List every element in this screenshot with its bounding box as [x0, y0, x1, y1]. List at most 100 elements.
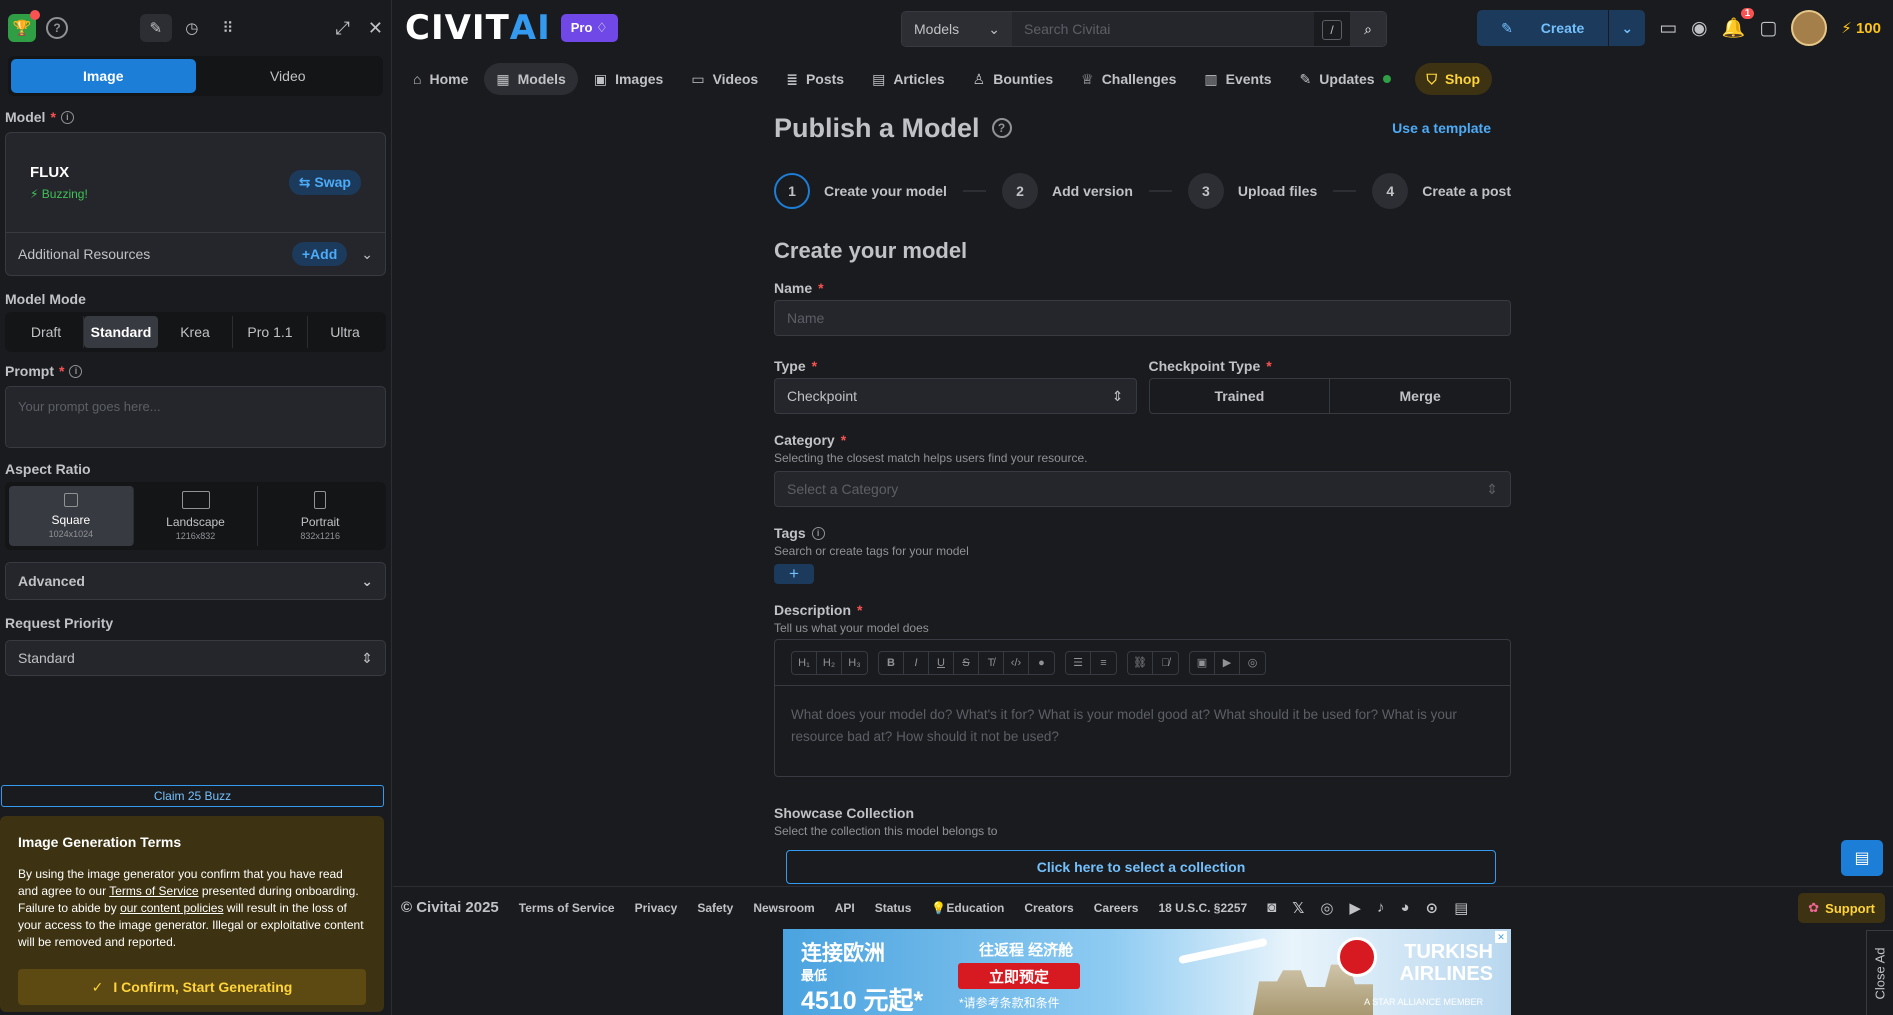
mode-krea[interactable]: Krea — [158, 316, 233, 348]
aspect-landscape[interactable]: Landscape 1216x832 — [134, 486, 259, 546]
mode-standard[interactable]: Standard — [84, 316, 158, 348]
footer-link-status[interactable]: Status — [875, 901, 912, 915]
chat-icon[interactable]: ▢ — [1759, 17, 1777, 40]
reddit-icon[interactable]: ◕ — [1400, 899, 1409, 917]
nav-models[interactable]: ▦ Models — [484, 63, 578, 95]
link-icon[interactable]: ⛓ — [1128, 651, 1153, 674]
heading3-icon[interactable]: H₃ — [842, 652, 867, 674]
instagram-icon[interactable]: ◎ — [1320, 899, 1333, 917]
civitai-logo[interactable]: CIVITAI — [405, 8, 551, 48]
tab-video[interactable]: Video — [196, 59, 381, 93]
close-ad-button[interactable]: Close Ad — [1866, 930, 1893, 1015]
claim-buzz-button[interactable]: Claim 25 Buzz — [1, 785, 384, 807]
nav-challenges[interactable]: ♕ Challenges — [1069, 63, 1188, 95]
step-upload-files[interactable]: 3 Upload files — [1187, 173, 1317, 209]
history-icon[interactable]: ◷ — [176, 14, 208, 42]
footer-link-terms[interactable]: Terms of Service — [519, 901, 615, 915]
pro-badge-button[interactable]: Pro ♢ — [560, 14, 618, 42]
prompt-input[interactable]: Your prompt goes here... — [5, 386, 386, 448]
info-icon[interactable]: i — [60, 110, 74, 124]
mode-draft[interactable]: Draft — [9, 316, 84, 348]
github-icon[interactable]: ⊙ — [1426, 899, 1439, 917]
instagram-icon[interactable]: ◎ — [1240, 652, 1265, 674]
strikethrough-icon[interactable]: S — [954, 651, 979, 674]
ad-info-icon[interactable]: ✕ — [1495, 931, 1507, 943]
bold-icon[interactable]: B — [879, 651, 904, 674]
add-resource-button[interactable]: +Add — [291, 242, 348, 266]
nav-home[interactable]: ⌂ Home — [401, 63, 480, 95]
footer-link-2257[interactable]: 18 U.S.C. §2257 — [1158, 901, 1247, 915]
ad-cta-button[interactable]: 立即预定 — [958, 963, 1080, 989]
aspect-portrait[interactable]: Portrait 832x1216 — [258, 486, 382, 546]
step-create-model[interactable]: 1 Create your model — [774, 173, 947, 209]
discord-icon[interactable]: ◙ — [1267, 899, 1276, 917]
ordered-list-icon[interactable]: ≡ — [1091, 652, 1116, 674]
nav-posts[interactable]: ≣ Posts — [774, 63, 856, 95]
advertisement-banner[interactable]: 连接欧洲 最低 4510 元起* 往返程 经济舱 立即预定 *请参考条款和条件 … — [783, 929, 1511, 1015]
eye-icon[interactable]: ◉ — [1691, 17, 1708, 40]
footer-link-privacy[interactable]: Privacy — [635, 901, 678, 915]
close-icon[interactable]: ✕ — [368, 18, 383, 39]
request-priority-select[interactable]: Standard ⇕ — [5, 640, 386, 676]
trophy-icon[interactable]: 🏆 — [8, 10, 40, 42]
footer-link-newsroom[interactable]: Newsroom — [753, 901, 814, 915]
step-create-post[interactable]: 4 Create a post — [1372, 173, 1511, 209]
expand-icon[interactable]: ⤢ — [336, 18, 350, 39]
heading2-icon[interactable]: H₂ — [817, 651, 842, 674]
nav-articles[interactable]: ▤ Articles — [860, 63, 957, 95]
content-policies-link[interactable]: our content policies — [120, 901, 223, 915]
support-button[interactable]: ✿ Support — [1798, 893, 1885, 923]
search-input[interactable]: Search Civitai — [1012, 12, 1314, 46]
footer-link-creators[interactable]: Creators — [1024, 901, 1073, 915]
description-editor-input[interactable]: What does your model do? What's it for? … — [775, 686, 1510, 776]
heading1-icon[interactable]: H₁ — [792, 651, 817, 674]
nav-updates[interactable]: ✎ Updates — [1288, 63, 1403, 95]
youtube-icon[interactable]: ▶ — [1349, 899, 1361, 917]
underline-icon[interactable]: U — [929, 651, 954, 674]
checkpoint-trained[interactable]: Trained — [1150, 379, 1331, 413]
buzz-balance[interactable]: ⚡ 100 — [1841, 19, 1881, 37]
monitor-icon[interactable]: ▭ — [1659, 17, 1677, 40]
italic-icon[interactable]: I — [904, 651, 929, 674]
help-icon[interactable]: ? — [46, 17, 68, 39]
x-twitter-icon[interactable]: 𝕏 — [1292, 899, 1304, 917]
type-select[interactable]: Checkpoint ⇕ — [774, 378, 1137, 414]
code-icon[interactable]: ‹/› — [1004, 651, 1029, 674]
youtube-icon[interactable]: ▶ — [1215, 651, 1240, 674]
footer-link-safety[interactable]: Safety — [697, 901, 733, 915]
create-button[interactable]: ✎ Create ⌄ — [1477, 10, 1646, 46]
chevron-down-icon[interactable]: ⌄ — [361, 246, 373, 263]
footer-link-careers[interactable]: Careers — [1094, 901, 1139, 915]
step-add-version[interactable]: 2 Add version — [1001, 173, 1133, 209]
clear-format-icon[interactable]: T̸ — [979, 651, 1004, 674]
nav-events[interactable]: ▥ Events — [1192, 63, 1283, 95]
search-icon[interactable]: ⌕ — [1350, 12, 1386, 46]
tiktok-icon[interactable]: ♪ — [1377, 899, 1385, 917]
twitch-icon[interactable]: ▤ — [1454, 899, 1468, 917]
bullet-list-icon[interactable]: ☰ — [1066, 651, 1091, 674]
mode-pro[interactable]: Pro 1.1 — [233, 316, 308, 348]
advanced-accordion[interactable]: Advanced ⌄ — [5, 562, 386, 600]
nav-shop[interactable]: ⛉ Shop — [1414, 63, 1493, 95]
additional-resources-row[interactable]: Additional Resources +Add ⌄ — [6, 233, 385, 275]
aspect-square[interactable]: Square 1024x1024 — [9, 486, 134, 546]
nav-bounties[interactable]: ♙ Bounties — [961, 63, 1065, 95]
footer-link-api[interactable]: API — [835, 901, 855, 915]
nav-images[interactable]: ▣ Images — [582, 63, 675, 95]
image-icon[interactable]: ▣ — [1190, 651, 1215, 674]
color-icon[interactable]: ● — [1029, 652, 1054, 674]
help-icon[interactable]: ? — [991, 118, 1012, 138]
checkpoint-merge[interactable]: Merge — [1330, 379, 1510, 413]
info-icon[interactable]: i — [69, 364, 83, 378]
tab-image[interactable]: Image — [11, 59, 196, 93]
use-template-link[interactable]: Use a template — [1392, 120, 1491, 136]
grid-icon[interactable]: ⠿ — [212, 14, 244, 42]
terms-of-service-link[interactable]: Terms of Service — [109, 884, 198, 898]
category-select[interactable]: Select a Category ⇕ — [774, 471, 1511, 507]
unlink-icon[interactable]: ⛓̸ — [1153, 652, 1178, 674]
name-input[interactable]: Name — [774, 300, 1511, 336]
swap-button[interactable]: ⇆ Swap — [288, 170, 361, 195]
select-collection-button[interactable]: Click here to select a collection — [786, 850, 1496, 884]
brush-icon[interactable]: ✎ — [139, 14, 172, 42]
bell-icon[interactable]: 🔔 1 — [1722, 8, 1755, 40]
